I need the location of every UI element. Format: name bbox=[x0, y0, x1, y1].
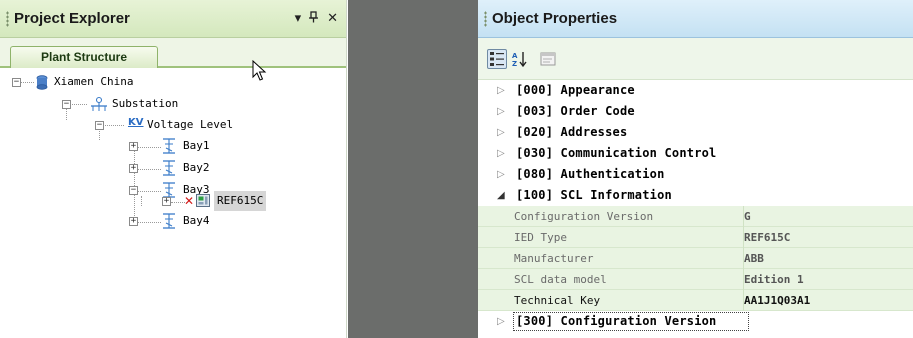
category-label: [020] Addresses bbox=[516, 125, 628, 139]
category-row-order-code[interactable]: ▷ [003] Order Code bbox=[478, 101, 913, 122]
expand-arrow-icon[interactable]: ▷ bbox=[497, 143, 505, 164]
focus-rectangle bbox=[513, 312, 749, 331]
property-value: REF615C bbox=[744, 231, 791, 244]
dropdown-arrow-icon[interactable]: ▾ bbox=[295, 11, 302, 27]
object-properties-header[interactable]: Object Properties bbox=[478, 0, 913, 38]
voltage-level-icon: KV bbox=[128, 117, 144, 128]
category-row-appearance[interactable]: ▷ [000] Appearance bbox=[478, 80, 913, 101]
category-label: [100] SCL Information bbox=[516, 188, 672, 202]
property-value: Edition 1 bbox=[744, 273, 804, 286]
category-label: [030] Communication Control bbox=[516, 146, 717, 160]
property-row[interactable]: IED Type REF615C bbox=[478, 227, 913, 248]
error-x-icon: ✕ bbox=[184, 194, 195, 208]
drag-grip-icon[interactable] bbox=[484, 11, 487, 27]
object-properties-title: Object Properties bbox=[492, 10, 618, 27]
tree-label-bay2: Bay2 bbox=[183, 161, 210, 174]
tree-label-substation: Substation bbox=[112, 97, 179, 110]
collapse-arrow-icon[interactable]: ◢ bbox=[497, 185, 505, 206]
expand-arrow-icon[interactable]: ▷ bbox=[497, 80, 505, 101]
project-explorer-header[interactable]: Project Explorer ▾ ✕ bbox=[0, 0, 346, 38]
pane-splitter[interactable] bbox=[348, 0, 478, 338]
category-row-communication-control[interactable]: ▷ [030] Communication Control bbox=[478, 143, 913, 164]
tree-label-bay1: Bay1 bbox=[183, 139, 210, 152]
property-row[interactable]: Manufacturer ABB bbox=[478, 248, 913, 269]
expand-arrow-icon[interactable]: ▷ bbox=[497, 101, 505, 122]
collapse-icon[interactable]: − bbox=[62, 100, 71, 109]
category-row-authentication[interactable]: ▷ [080] Authentication bbox=[478, 164, 913, 185]
property-name: IED Type bbox=[514, 227, 744, 248]
categorized-view-button[interactable] bbox=[487, 49, 507, 69]
tree-label-root: Xiamen China bbox=[54, 75, 134, 88]
alphabetical-sort-button[interactable]: AZ bbox=[510, 49, 530, 69]
svg-text:Z: Z bbox=[512, 60, 517, 68]
category-row-configuration-version[interactable]: ▷ [300] Configuration Version bbox=[478, 311, 913, 332]
svg-text:A: A bbox=[512, 52, 518, 60]
category-label: [080] Authentication bbox=[516, 167, 665, 181]
property-name: Configuration Version bbox=[514, 206, 744, 227]
properties-toolbar: AZ bbox=[478, 38, 913, 80]
property-name: SCL data model bbox=[514, 269, 744, 290]
expand-icon[interactable]: + bbox=[162, 197, 171, 206]
project-explorer-title: Project Explorer bbox=[14, 10, 130, 27]
expand-icon[interactable]: + bbox=[129, 217, 138, 226]
property-value: AA1J1Q03A1 bbox=[744, 294, 811, 307]
expand-arrow-icon[interactable]: ▷ bbox=[497, 164, 505, 185]
property-name: Manufacturer bbox=[514, 248, 744, 269]
property-grid: ▷ [000] Appearance ▷ [003] Order Code ▷ … bbox=[478, 80, 913, 338]
bay-icon bbox=[162, 160, 176, 183]
collapse-icon[interactable]: − bbox=[12, 78, 21, 87]
tree-label-bay4: Bay4 bbox=[183, 214, 210, 227]
property-name: Technical Key bbox=[514, 290, 744, 311]
site-icon bbox=[36, 75, 48, 97]
close-icon[interactable]: ✕ bbox=[327, 11, 338, 27]
explorer-tab-strip: Plant Structure bbox=[0, 38, 346, 68]
collapse-icon[interactable]: − bbox=[129, 186, 138, 195]
bay-icon bbox=[162, 138, 176, 161]
category-label: [000] Appearance bbox=[516, 83, 635, 97]
collapse-icon[interactable]: − bbox=[95, 121, 104, 130]
expand-arrow-icon[interactable]: ▷ bbox=[497, 122, 505, 143]
tree-label-voltage-level: Voltage Level bbox=[147, 118, 234, 131]
category-label: [003] Order Code bbox=[516, 104, 635, 118]
categorized-icon bbox=[490, 52, 504, 66]
property-value: G bbox=[744, 210, 751, 223]
plant-structure-tree: − Xiamen China − Substation − KV Voltage… bbox=[0, 70, 346, 338]
category-row-addresses[interactable]: ▷ [020] Addresses bbox=[478, 122, 913, 143]
property-row[interactable]: SCL data model Edition 1 bbox=[478, 269, 913, 290]
drag-grip-icon[interactable] bbox=[6, 11, 9, 27]
expand-arrow-icon[interactable]: ▷ bbox=[497, 311, 505, 332]
property-row[interactable]: Technical Key AA1J1Q03A1 bbox=[478, 290, 913, 311]
pin-icon[interactable] bbox=[309, 11, 319, 27]
category-row-scl-information[interactable]: ◢ [100] SCL Information bbox=[478, 185, 913, 206]
tab-plant-structure[interactable]: Plant Structure bbox=[10, 46, 158, 68]
sort-az-icon: AZ bbox=[512, 52, 527, 68]
bay-icon bbox=[162, 213, 176, 236]
expand-icon[interactable]: + bbox=[129, 142, 138, 151]
object-properties-pane: Object Properties AZ ▷ [000] Appearance … bbox=[478, 0, 913, 338]
tree-label-ied: REF615C bbox=[214, 191, 267, 211]
property-pages-icon bbox=[540, 52, 556, 66]
substation-icon bbox=[89, 96, 109, 119]
property-row[interactable]: Configuration Version G bbox=[478, 206, 913, 227]
expand-icon[interactable]: + bbox=[129, 164, 138, 173]
property-pages-button[interactable] bbox=[538, 49, 558, 69]
project-explorer-pane: Project Explorer ▾ ✕ Plant Structure − X… bbox=[0, 0, 347, 338]
property-value: ABB bbox=[744, 252, 764, 265]
